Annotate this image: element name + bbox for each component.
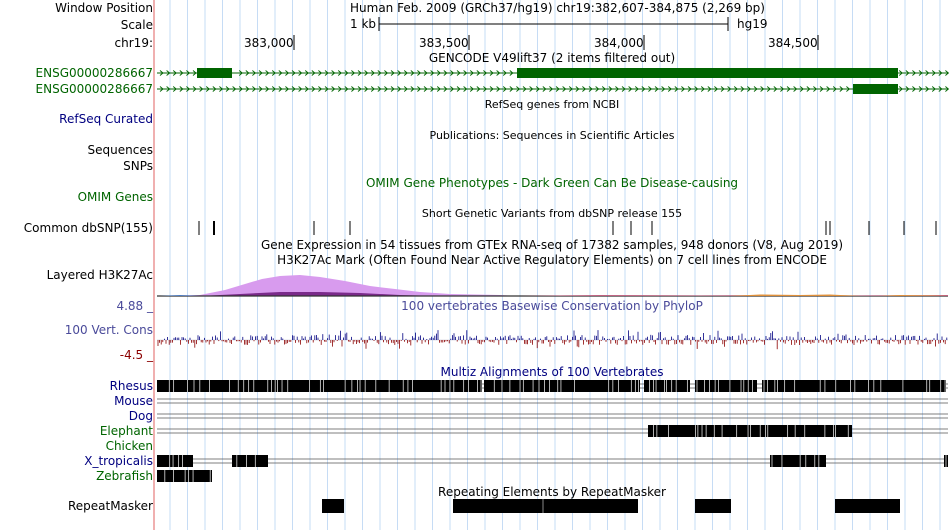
species-label-elephant[interactable]: Elephant [100, 424, 153, 438]
window-position-value: Human Feb. 2009 (GRCh37/hg19) chr19:382,… [350, 1, 765, 15]
scale-label: Scale [120, 18, 153, 32]
gencode-gene-2[interactable] [157, 84, 950, 94]
exon-1 [853, 84, 898, 94]
dbsnp-track-title: Short Genetic Variants from dbSNP releas… [421, 207, 683, 220]
conservation-max-label: 4.88 _ [116, 299, 153, 313]
repeatmasker-track-title: Repeating Elements by RepeatMasker [438, 485, 666, 499]
species-label-mouse[interactable]: Mouse [114, 394, 153, 408]
scale-assembly: hg19 [737, 17, 768, 31]
dbsnp-track-label[interactable]: Common dbSNP(155) [24, 221, 153, 235]
scale-value: 1 kb [350, 17, 377, 31]
chrom-label: chr19: [114, 36, 153, 50]
exon-1 [197, 68, 232, 78]
ruler-tick-label: 383,000 [244, 36, 294, 50]
species-label-chicken[interactable]: Chicken [106, 439, 153, 453]
omim-track-label[interactable]: OMIM Genes [78, 190, 153, 204]
snps-track-label[interactable]: SNPs [123, 159, 153, 173]
gtex-track-title: Gene Expression in 54 tissues from GTEx … [260, 238, 844, 252]
conservation-track-label[interactable]: 100 Vert. Cons [65, 323, 153, 337]
ruler-ticks [293, 35, 819, 50]
ruler-tick-label: 384,000 [594, 36, 644, 50]
species-label-rhesus[interactable]: Rhesus [110, 379, 153, 393]
gencode-item-label[interactable]: ENSG00000286667 [36, 82, 153, 96]
multiz-track-title: Multiz Alignments of 100 Vertebrates [440, 365, 664, 379]
repeatmasker-track-label[interactable]: RepeatMasker [68, 499, 153, 513]
species-label-dog[interactable]: Dog [129, 409, 153, 423]
refseq-track-title: RefSeq genes from NCBI [484, 98, 620, 111]
conservation-track-title: 100 vertebrates Basewise Conservation by… [401, 299, 703, 313]
ruler-tick-label: 383,500 [419, 36, 469, 50]
refseq-track-label[interactable]: RefSeq Curated [59, 112, 153, 126]
genome-browser-image[interactable]: Window Position Human Feb. 2009 (GRCh37/… [0, 0, 950, 530]
conservation-wiggle [157, 330, 948, 350]
h3k27ac-signal [157, 275, 948, 297]
publications-track-label[interactable]: Sequences [88, 143, 153, 157]
gencode-item-label[interactable]: ENSG00000286667 [36, 66, 153, 80]
gencode-gene-1[interactable] [157, 68, 950, 78]
window-position-label: Window Position [55, 1, 153, 15]
exon-2 [517, 68, 898, 78]
h3k27ac-track-title: H3K27Ac Mark (Often Found Near Active Re… [277, 253, 827, 267]
omim-track-title: OMIM Gene Phenotypes - Dark Green Can Be… [365, 176, 739, 190]
species-label-x-tropicalis[interactable]: X_tropicalis [84, 454, 153, 468]
repeatmasker-elements [322, 499, 900, 513]
conservation-min-label: -4.5 _ [119, 348, 153, 362]
h3k27ac-track-label[interactable]: Layered H3K27Ac [47, 268, 153, 282]
scale-bar [378, 17, 729, 31]
gencode-track-title: GENCODE V49lift37 (2 items filtered out) [428, 51, 676, 65]
species-label-zebrafish[interactable]: Zebrafish [96, 469, 153, 483]
multiz-alignment-rows [157, 380, 948, 482]
publications-track-title: Publications: Sequences in Scientific Ar… [429, 129, 675, 142]
ruler-tick-label: 384,500 [768, 36, 818, 50]
